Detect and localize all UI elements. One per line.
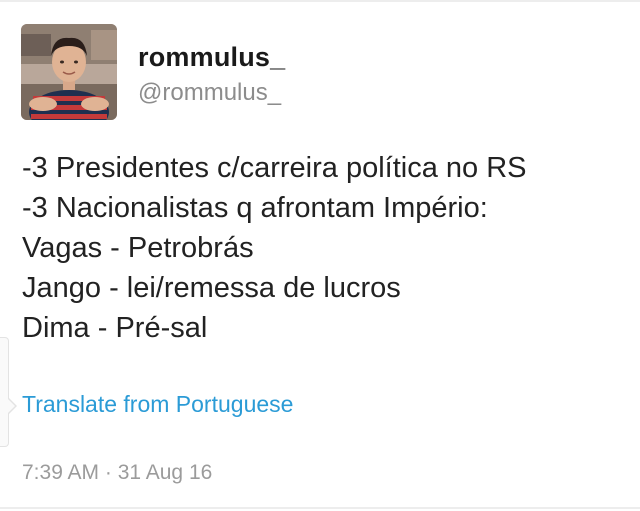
bottom-divider	[0, 507, 640, 509]
tweet-line: Jango - lei/remessa de lucros	[22, 272, 401, 304]
avatar-image	[21, 24, 117, 120]
tweet-line: -3 Nacionalistas q afrontam Império:	[22, 192, 488, 224]
avatar[interactable]	[21, 24, 117, 120]
tweet-text: -3 Presidentes c/carreira política no RS…	[22, 148, 622, 348]
tweet-card: rommulus_ @rommulus_ -3 Presidentes c/ca…	[0, 0, 640, 511]
author-display-name[interactable]: rommulus_	[138, 42, 285, 73]
top-divider	[0, 0, 640, 2]
tweet-timestamp[interactable]: 7:39 AM · 31 Aug 16	[22, 461, 212, 485]
side-handle-tab[interactable]	[0, 337, 9, 447]
author-handle[interactable]: @rommulus_	[138, 79, 281, 107]
tweet-line: -3 Presidentes c/carreira política no RS	[22, 152, 527, 184]
tweet-line: Dima - Pré-sal	[22, 312, 208, 344]
tweet-line: Vagas - Petrobrás	[22, 232, 254, 264]
side-handle-arrow-fill	[7, 398, 15, 414]
translate-link[interactable]: Translate from Portuguese	[22, 391, 293, 418]
